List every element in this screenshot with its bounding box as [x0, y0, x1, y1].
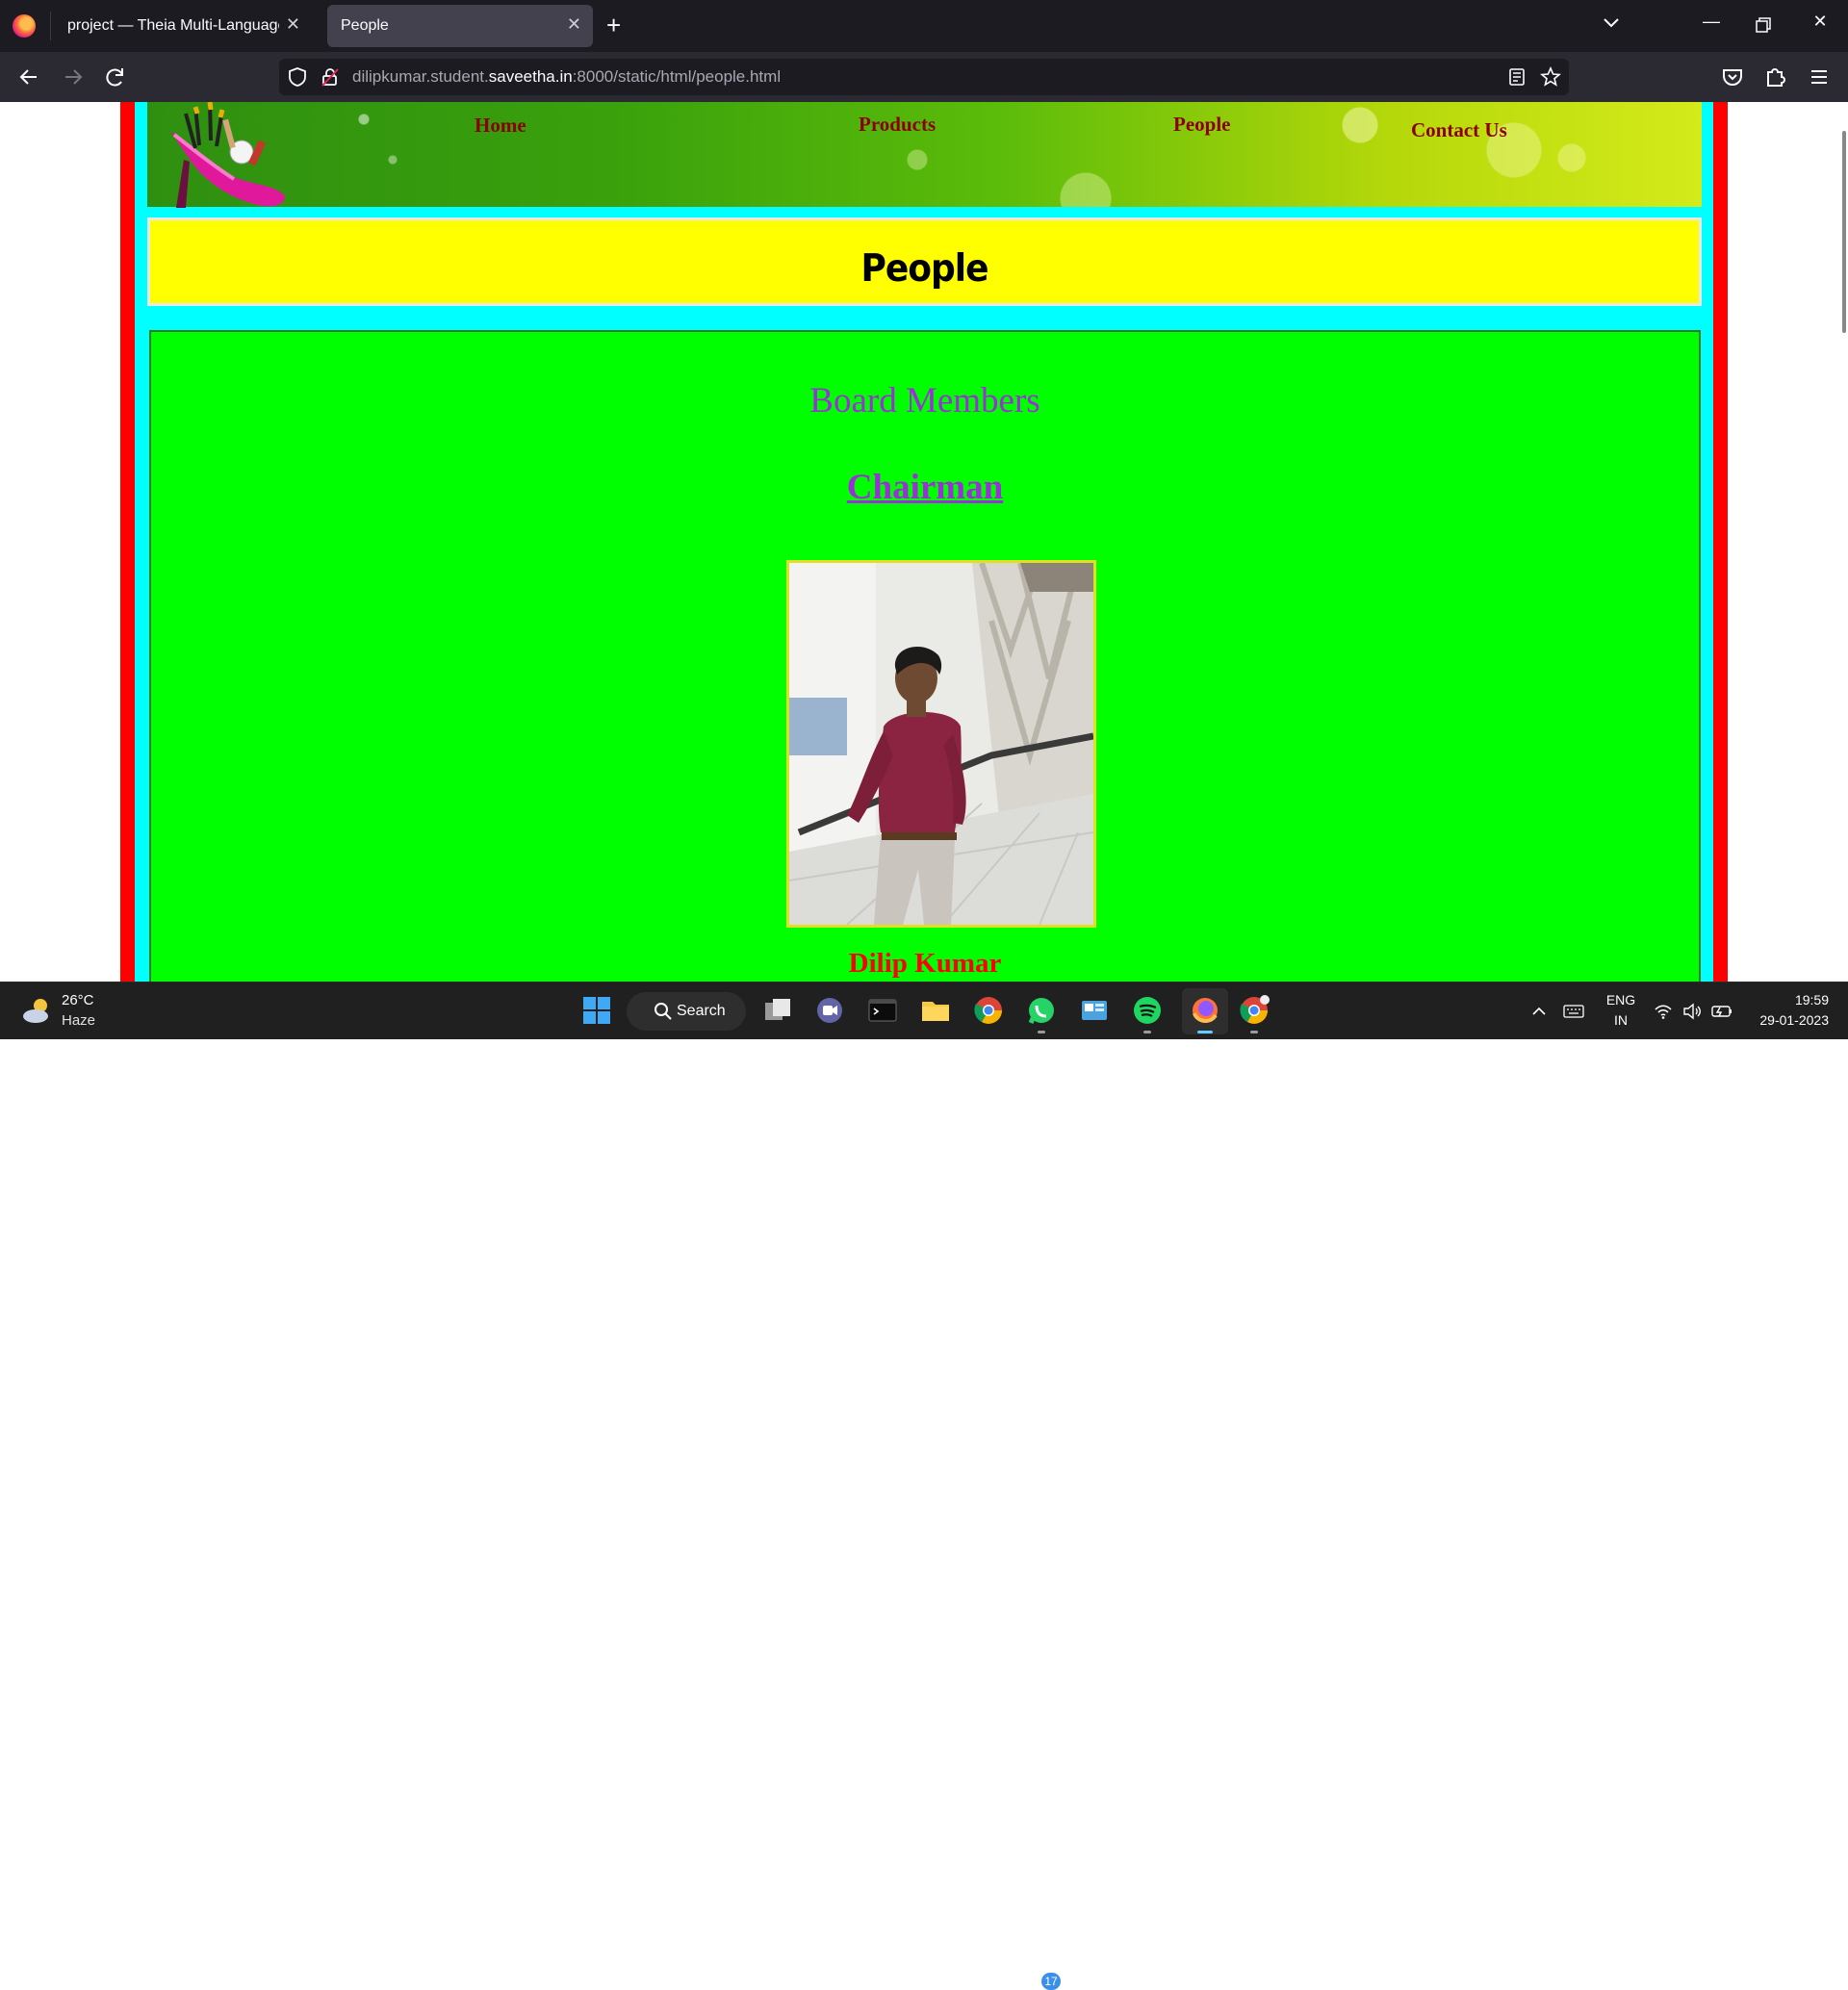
firefox-icon[interactable] — [13, 14, 36, 38]
minimize-icon[interactable]: — — [1697, 12, 1726, 38]
taskbar-search-button[interactable]: Search — [627, 992, 746, 1031]
volume-icon[interactable] — [1682, 1002, 1702, 1021]
keyboard-icon[interactable] — [1563, 1002, 1584, 1021]
reload-icon[interactable] — [102, 64, 129, 90]
clock-time[interactable]: 19:59 — [1742, 992, 1829, 1008]
page-title-box: People — [147, 217, 1702, 306]
forward-arrow-icon[interactable] — [60, 64, 87, 90]
shield-icon[interactable] — [287, 66, 308, 88]
section-heading: Board Members — [809, 381, 1040, 421]
browser-tab-bar: project — Theia Multi-Language Ex ✕ Peop… — [0, 0, 1848, 52]
pocket-icon[interactable] — [1719, 64, 1746, 90]
task-view-icon[interactable] — [761, 994, 794, 1027]
whatsapp-icon[interactable] — [1025, 994, 1058, 1027]
chairman-photo — [786, 560, 1096, 928]
close-tab-icon[interactable]: ✕ — [567, 14, 581, 35]
high-heel-cosmetics-logo[interactable] — [157, 102, 296, 213]
person-photo-illustration — [789, 563, 1093, 925]
hamburger-menu-icon[interactable] — [1806, 64, 1833, 90]
spotify-running-indicator — [1143, 1031, 1151, 1033]
page-viewport: Home Products People Contact Us People B… — [0, 102, 1848, 982]
nav-link-products[interactable]: Products — [859, 113, 936, 137]
close-tab-icon[interactable]: ✕ — [286, 14, 300, 35]
search-icon — [654, 1003, 672, 1020]
teams-chat-icon[interactable] — [813, 994, 846, 1027]
windows-taskbar: 26°C Haze Search 17 ENG IN 19:59 29-01-2… — [0, 982, 1848, 1990]
weather-temperature[interactable]: 26°C — [62, 992, 94, 1008]
tab-label: project — Theia Multi-Language Ex — [67, 17, 279, 34]
close-window-icon[interactable]: ✕ — [1806, 12, 1835, 38]
page-scrollbar[interactable] — [1842, 131, 1846, 333]
insecure-lock-icon[interactable] — [320, 66, 341, 88]
restore-icon[interactable] — [1752, 13, 1775, 37]
nav-link-contact-us[interactable]: Contact Us — [1411, 118, 1507, 142]
page-title: People — [860, 246, 988, 292]
page-cyan-container: Home Products People Contact Us People B… — [135, 102, 1713, 982]
url-prefix: dilipkumar.student. — [352, 67, 489, 86]
url-path: :8000/static/html/people.html — [572, 67, 782, 86]
file-explorer-icon[interactable] — [919, 994, 952, 1027]
tab-project-theia[interactable]: project — Theia Multi-Language Ex ✕ — [54, 5, 312, 47]
firefox-active-indicator — [1197, 1031, 1213, 1033]
url-text[interactable]: dilipkumar.student.saveetha.in:8000/stat… — [352, 67, 781, 87]
header-banner: Home Products People Contact Us — [147, 102, 1702, 208]
nav-link-home[interactable]: Home — [475, 114, 526, 138]
wifi-icon[interactable] — [1654, 1002, 1673, 1021]
search-label: Search — [677, 1003, 726, 1019]
bookmark-star-icon[interactable] — [1540, 66, 1561, 88]
control-panel-icon[interactable] — [1078, 994, 1111, 1027]
chrome-icon[interactable] — [972, 994, 1005, 1027]
windows-start-icon[interactable] — [580, 994, 613, 1027]
back-arrow-icon[interactable] — [15, 64, 42, 90]
language-indicator-line1[interactable]: ENG — [1602, 992, 1640, 1008]
page-red-frame: Home Products People Contact Us People B… — [120, 102, 1728, 982]
weather-haze-icon[interactable] — [21, 996, 54, 1025]
chairman-link[interactable]: Chairman — [847, 468, 1003, 507]
tab-people[interactable]: People ✕ — [327, 5, 593, 47]
chairman-name: Dilip Kumar — [848, 948, 1002, 979]
chrome-canary-icon[interactable] — [1238, 994, 1270, 1027]
reader-view-icon[interactable] — [1507, 67, 1527, 87]
clock-date[interactable]: 29-01-2023 — [1742, 1012, 1829, 1028]
extensions-puzzle-icon[interactable] — [1761, 64, 1788, 90]
language-indicator-line2[interactable]: IN — [1602, 1012, 1640, 1028]
whatsapp-running-indicator — [1038, 1031, 1045, 1033]
new-tab-plus-icon[interactable]: + — [606, 12, 621, 38]
chrome-canary-running-indicator — [1250, 1031, 1258, 1033]
nav-link-people[interactable]: People — [1173, 113, 1230, 137]
weather-description[interactable]: Haze — [62, 1012, 95, 1029]
role-heading: Chairman — [151, 467, 1699, 508]
terminal-icon[interactable] — [866, 994, 899, 1027]
spotify-icon[interactable] — [1131, 994, 1164, 1027]
address-bar[interactable]: dilipkumar.student.saveetha.in:8000/stat… — [279, 59, 1569, 95]
list-all-tabs-chevron-icon[interactable] — [1602, 13, 1621, 33]
whatsapp-notification-badge: 17 — [1041, 1973, 1061, 1990]
battery-charging-icon[interactable] — [1711, 1002, 1732, 1021]
tab-separator — [50, 12, 51, 40]
url-domain: saveetha.in — [488, 67, 573, 86]
firefox-icon[interactable] — [1189, 994, 1221, 1027]
tab-label: People — [341, 17, 389, 34]
show-hidden-icons-chevron-icon[interactable] — [1529, 1002, 1549, 1021]
board-members-section: Board Members Chairman Dilip Kumar — [149, 330, 1701, 982]
browser-nav-bar: dilipkumar.student.saveetha.in:8000/stat… — [0, 52, 1848, 102]
